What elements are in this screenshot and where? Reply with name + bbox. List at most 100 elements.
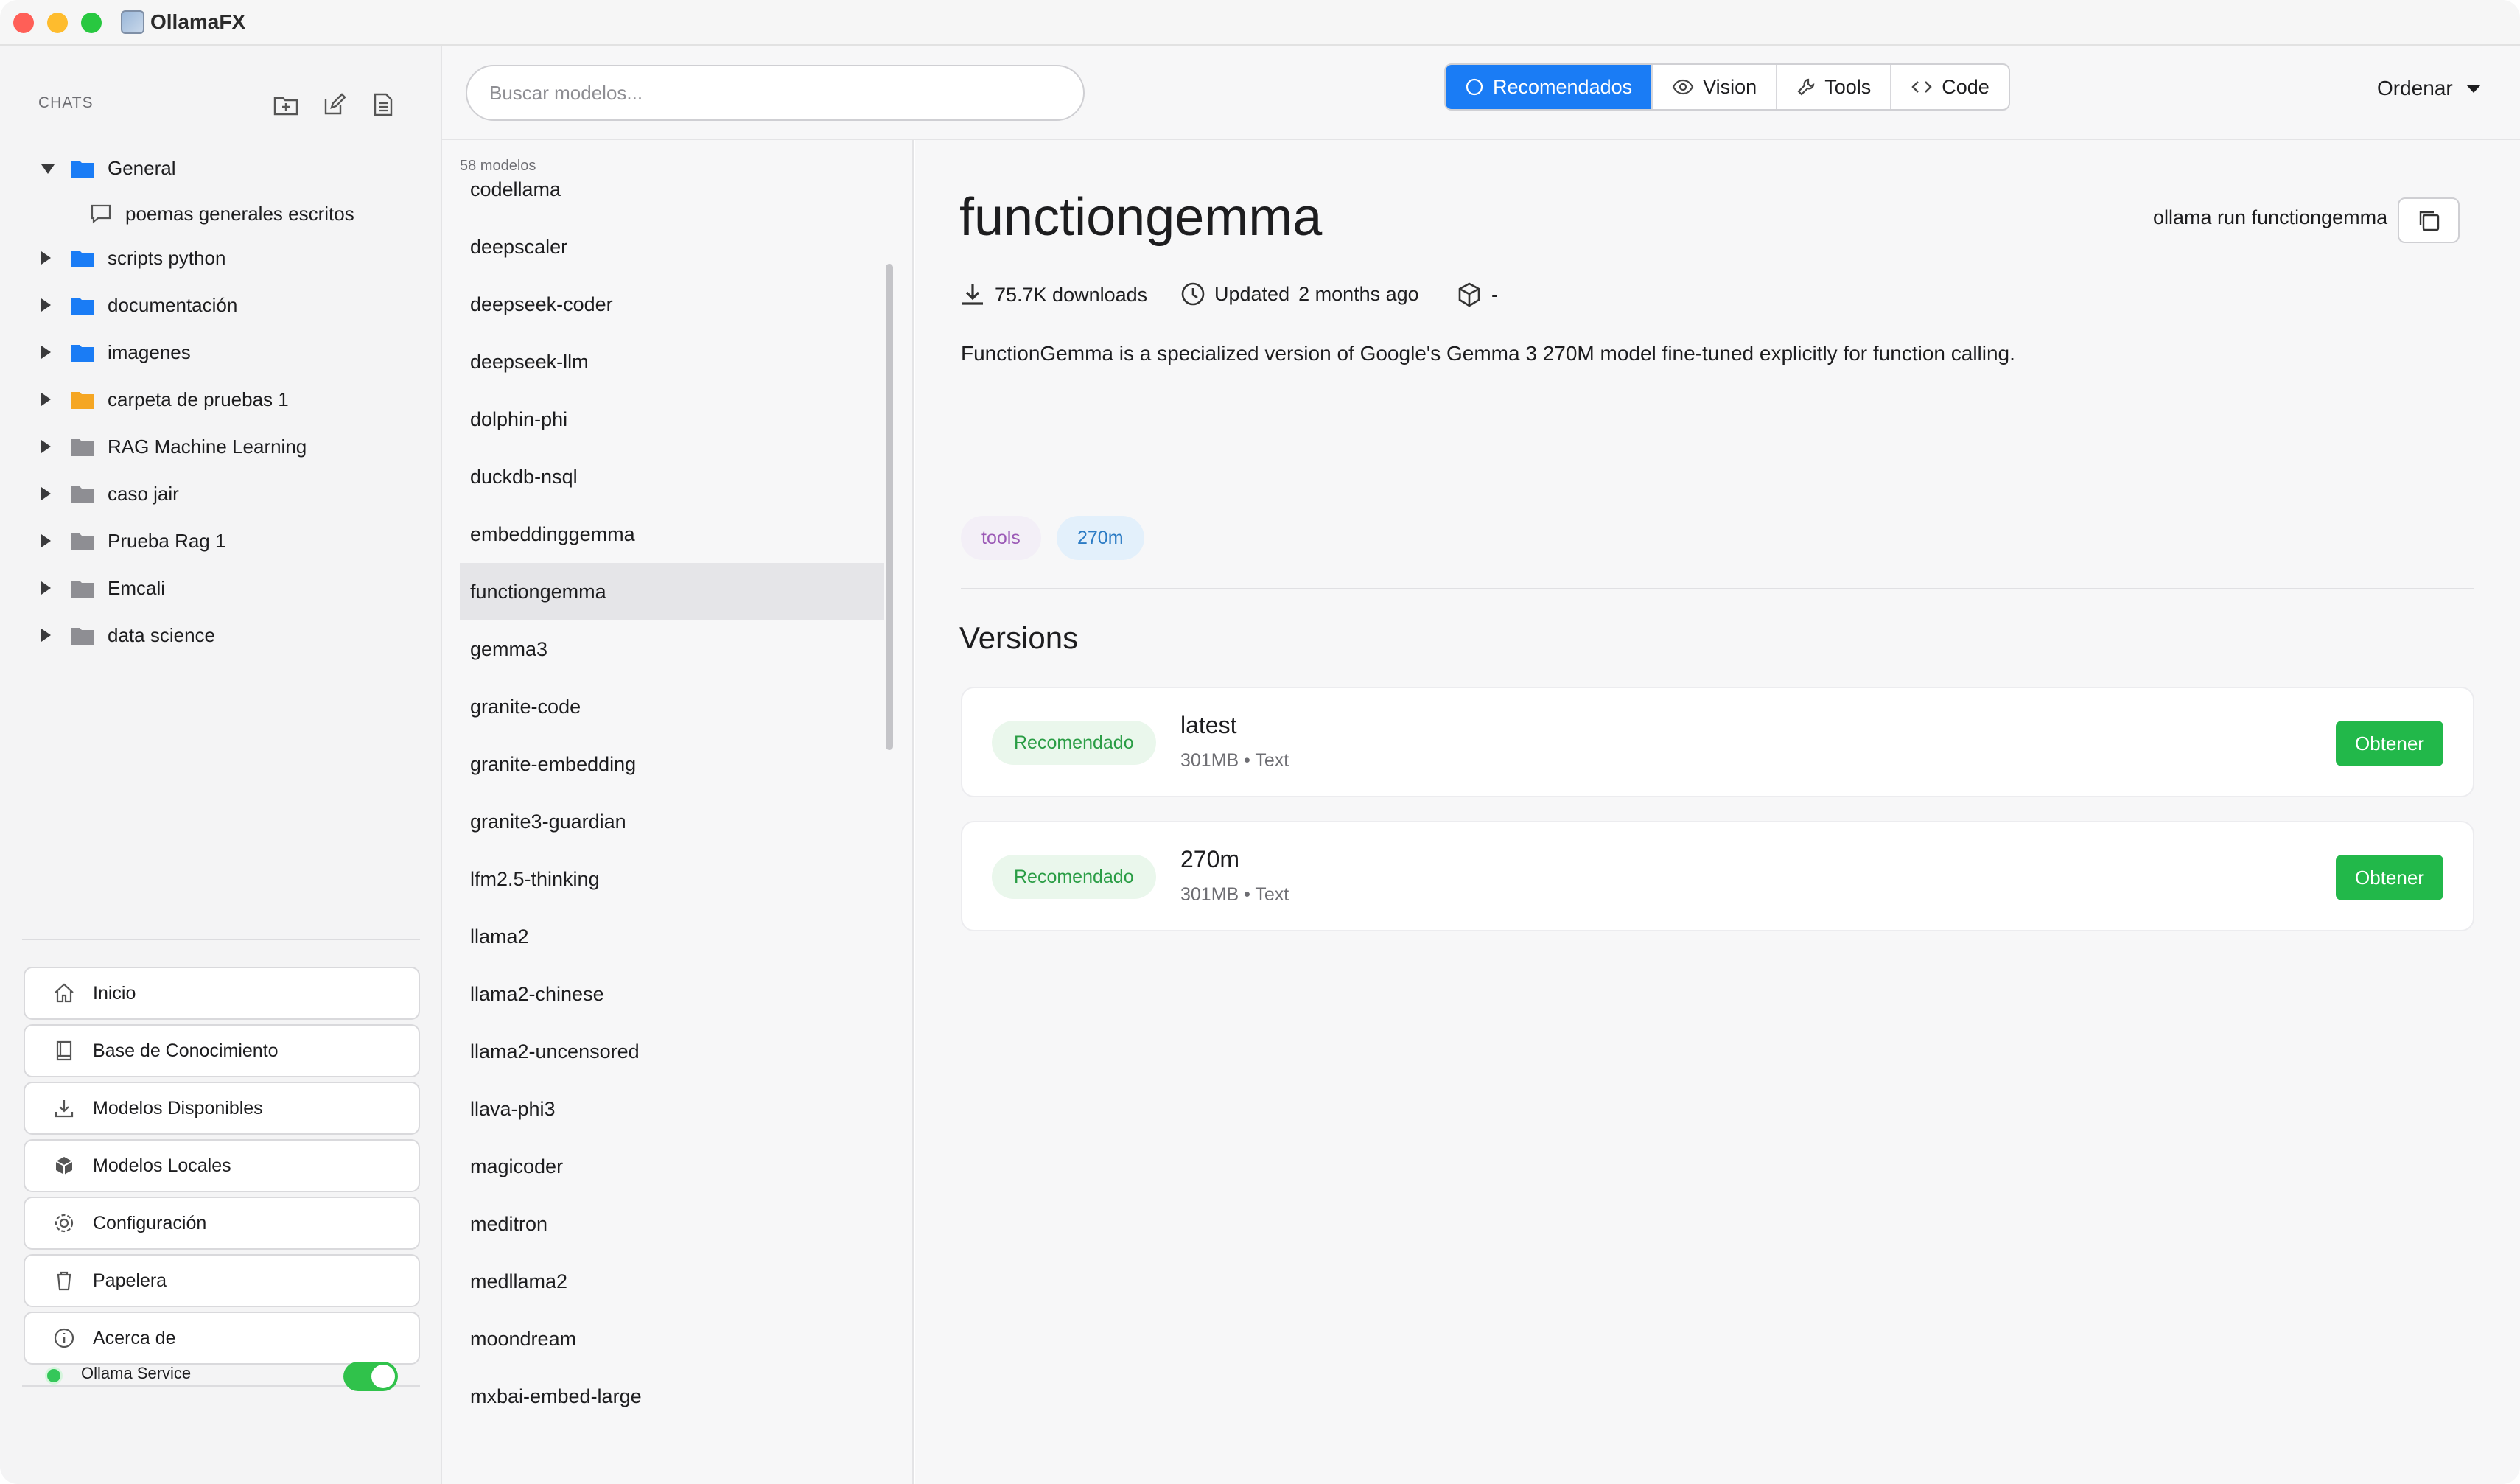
edit-icon (324, 93, 346, 115)
chevron-right-icon[interactable] (41, 298, 51, 312)
window-title: OllamaFX (150, 10, 246, 33)
folder-data-science[interactable]: data science (0, 613, 442, 657)
model-list-item[interactable]: embeddinggemma (460, 505, 884, 563)
size-value: - (1491, 283, 1498, 306)
filter-vision-tab[interactable]: Vision (1653, 65, 1778, 109)
nav-modelos-locales-button[interactable]: Modelos Locales (24, 1139, 420, 1192)
zoom-window-button[interactable] (81, 13, 102, 33)
folder-label: Emcali (108, 576, 166, 599)
model-list-item[interactable]: granite-code (460, 678, 884, 735)
folder-icon (71, 251, 94, 267)
nav-acerca-de-button[interactable]: Acerca de (24, 1312, 420, 1365)
folder-icon (71, 486, 94, 503)
model-list-item[interactable]: gemma3 (460, 620, 884, 678)
chat-bubble-icon (91, 204, 111, 224)
model-list-item[interactable]: llama2-uncensored (460, 1023, 884, 1080)
model-list-item[interactable]: llava-phi3 (460, 1080, 884, 1138)
nav-modelos-disponibles-button[interactable]: Modelos Disponibles (24, 1082, 420, 1135)
filter-recomendados-tab[interactable]: Recomendados (1446, 65, 1653, 109)
model-list-item[interactable]: deepseek-llm (460, 333, 884, 391)
model-list-item[interactable]: meditron (460, 1195, 884, 1253)
model-list-item[interactable]: llama2 (460, 908, 884, 965)
chevron-down-icon[interactable] (41, 164, 55, 174)
folder-rag-machine-learning[interactable]: RAG Machine Learning (0, 424, 442, 469)
minimize-window-button[interactable] (47, 13, 68, 33)
obtener-button[interactable]: Obtener (2336, 855, 2443, 900)
chevron-right-icon[interactable] (41, 629, 51, 642)
sort-dropdown[interactable]: Ordenar (2377, 77, 2481, 100)
folder-icon (71, 298, 94, 315)
filter-segmented-control: Recomendados Vision Tools Code (1444, 63, 2010, 111)
model-list-item[interactable]: lfm2.5-thinking (460, 850, 884, 908)
chevron-right-icon[interactable] (41, 440, 51, 453)
chat-item[interactable]: poemas generales escritos (0, 192, 442, 236)
nav-base-conocimiento-button[interactable]: Base de Conocimiento (24, 1024, 420, 1077)
chevron-right-icon[interactable] (41, 346, 51, 359)
model-list-item[interactable]: mxbai-embed-large (460, 1368, 884, 1425)
nav-inicio-button[interactable]: Inicio (24, 967, 420, 1020)
model-list-item[interactable]: medllama2 (460, 1253, 884, 1310)
model-title: functiongemma (959, 188, 1323, 247)
folder-emcali[interactable]: Emcali (0, 566, 442, 610)
service-status-dot (47, 1369, 60, 1382)
downloads-meta: 75.7K downloads (959, 281, 1147, 308)
new-document-button[interactable] (367, 88, 399, 121)
chevron-right-icon[interactable] (41, 487, 51, 500)
new-folder-button[interactable] (270, 88, 302, 121)
folder-label: General (108, 156, 176, 179)
model-list-item[interactable]: deepscaler (460, 218, 884, 276)
folder-label: data science (108, 623, 215, 646)
model-list-item-selected[interactable]: functiongemma (460, 563, 884, 620)
version-name: latest (1180, 712, 1237, 738)
folder-icon (71, 533, 94, 550)
model-list-item[interactable]: duckdb-nsql (460, 448, 884, 505)
folder-scripts-python[interactable]: scripts python (0, 236, 442, 280)
code-icon (1911, 81, 1932, 93)
search-input[interactable] (466, 65, 1085, 121)
filter-code-tab[interactable]: Code (1891, 65, 2009, 109)
chevron-right-icon[interactable] (41, 251, 51, 265)
close-window-button[interactable] (13, 13, 34, 33)
version-name: 270m (1180, 846, 1240, 872)
tag-tools[interactable]: tools (961, 516, 1041, 560)
folder-label: carpeta de pruebas 1 (108, 388, 289, 410)
nav-papelera-button[interactable]: Papelera (24, 1254, 420, 1307)
nav-label: Acerca de (93, 1327, 176, 1348)
service-toggle[interactable] (343, 1362, 398, 1391)
folder-general[interactable]: General (0, 146, 442, 190)
folder-caso-jair[interactable]: caso jair (0, 472, 442, 516)
model-list-item[interactable]: granite-embedding (460, 735, 884, 793)
folder-documentacion[interactable]: documentación (0, 283, 442, 327)
model-list-item[interactable]: llama2-chinese (460, 965, 884, 1023)
folder-prueba-rag[interactable]: Prueba Rag 1 (0, 519, 442, 563)
folder-carpeta-de-pruebas[interactable]: carpeta de pruebas 1 (0, 377, 442, 421)
folder-icon (71, 392, 94, 409)
chevron-right-icon[interactable] (41, 534, 51, 547)
model-list-item[interactable]: deepseek-coder (460, 276, 884, 333)
filter-label: Code (1942, 75, 1989, 98)
nav-configuracion-button[interactable]: Configuración (24, 1197, 420, 1250)
model-list-item[interactable]: dolphin-phi (460, 391, 884, 448)
model-list-item[interactable]: magicoder (460, 1138, 884, 1195)
chevron-right-icon[interactable] (41, 393, 51, 406)
filter-label: Recomendados (1493, 75, 1633, 98)
updated-label: Updated (1214, 282, 1290, 305)
folder-label: scripts python (108, 246, 226, 269)
model-list-item[interactable]: granite3-guardian (460, 793, 884, 850)
chevron-right-icon[interactable] (41, 581, 51, 595)
model-description: FunctionGemma is a specialized version o… (961, 342, 2015, 365)
scrollbar-thumb[interactable] (886, 264, 893, 750)
folder-imagenes[interactable]: imagenes (0, 330, 442, 374)
tag-size[interactable]: 270m (1057, 516, 1144, 560)
star-icon (1466, 78, 1483, 96)
copy-command-button[interactable] (2398, 197, 2460, 243)
new-chat-button[interactable] (318, 88, 351, 121)
filter-tools-tab[interactable]: Tools (1777, 65, 1892, 109)
obtener-button[interactable]: Obtener (2336, 721, 2443, 766)
model-list-item[interactable]: moondream (460, 1310, 884, 1368)
folder-icon (71, 628, 94, 645)
model-list-item[interactable]: codellama (460, 171, 884, 218)
version-card: Recomendado latest 301MB • Text Obtener (961, 687, 2474, 797)
download-icon (55, 1100, 74, 1118)
wrench-icon (1797, 78, 1815, 96)
